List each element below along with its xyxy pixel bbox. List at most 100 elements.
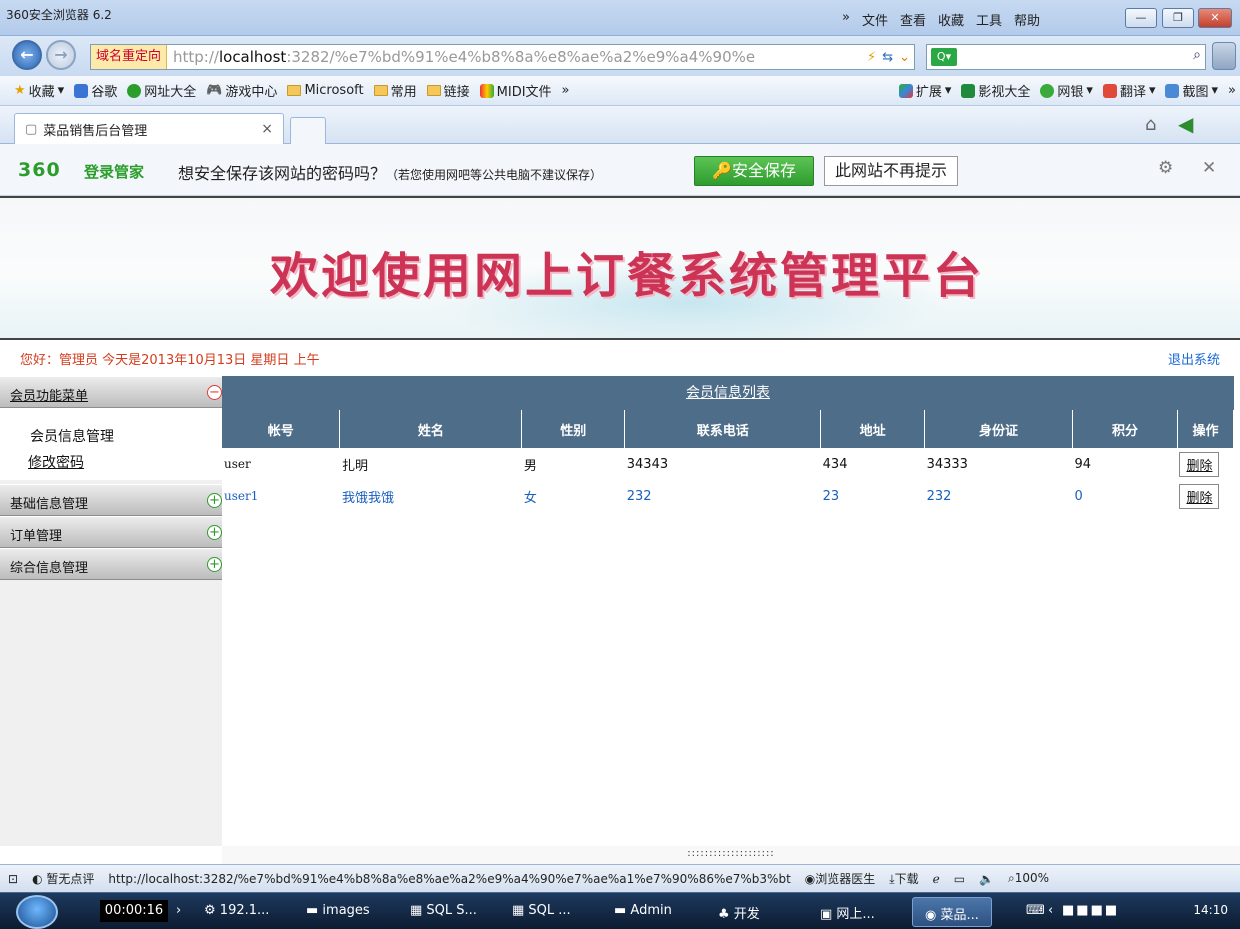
menu-more[interactable]: » [842,10,850,29]
taskbar-item-web[interactable]: ▣ 网上... [820,903,875,922]
password-prompt: 想安全保存该网站的密码吗？（若您使用网吧等公共电脑不建议保存） [178,164,603,183]
ie-icon[interactable]: ℯ [933,872,940,886]
start-button[interactable] [16,895,58,929]
fav-item-games[interactable]: 🎮 游戏中心 [206,81,277,100]
status-toggle-icon[interactable]: ⊡ [8,872,18,886]
gear-icon[interactable]: ⚙ [1158,158,1173,178]
tab-close-icon[interactable]: × [261,121,273,137]
folder-icon [373,85,388,96]
delete-button[interactable]: 删除 [1179,451,1220,477]
column-header: 性别 [521,410,626,448]
lightning-icon[interactable]: ⚡ [867,50,876,65]
compat-mode-icon[interactable]: ⇆ [882,50,893,65]
minimize-button[interactable]: — [1125,8,1157,28]
search-icon[interactable]: ⌕ [1193,47,1201,63]
sidebar-section-overall[interactable]: 综合信息管理 + [0,548,222,580]
never-remind-button[interactable]: 此网站不再提示 [824,156,958,186]
taskbar-item-dev[interactable]: ♣ 开发 [718,903,760,922]
sidebar-section-orders[interactable]: 订单管理 + [0,516,222,548]
back-arrow-icon[interactable]: ← [12,40,42,70]
main-content: 会员信息列表 帐号 姓名 性别 联系电话 地址 身份证 积分 操作 user 扎… [222,376,1235,846]
fav-item-video[interactable]: 影视大全 [961,81,1030,100]
cell-phone: 34343 [626,456,669,472]
sidebar-item-change-password[interactable]: 修改密码 [28,452,84,472]
redirect-badge[interactable]: 域名重定向 [91,45,168,69]
chevron-down-icon[interactable]: ⌄ [899,50,910,65]
cell-action: 删除 [1177,480,1233,512]
column-header: 帐号 [222,410,341,448]
new-tab-button[interactable] [290,117,326,144]
keyboard-icon[interactable]: ⌨ [1026,903,1045,918]
maximize-button[interactable]: ❐ [1162,8,1194,28]
restore-tab-icon[interactable]: ◀ [1178,112,1193,136]
forward-arrow-icon[interactable]: → [46,40,76,70]
taskbar-item-sql[interactable]: ▦ SQL ... [512,903,571,918]
tray-icons[interactable]: ■■■■ [1062,903,1119,918]
tray-chevron-icon[interactable]: ‹ [1048,903,1053,918]
search-engine-icon[interactable]: Q▾ [931,48,957,66]
delete-button[interactable]: 删除 [1179,483,1220,509]
favorites-bar: ★ 收藏 ▾ 谷歌 网址大全 🎮 游戏中心 Microsoft 常用 链接 MIDI… [0,76,1240,106]
gamepad-icon: 🎮 [206,83,223,98]
greeting-text: 您好：管理员 今天是2013年10月13日 星期日 上午 [20,353,320,368]
taskbar-item-admin[interactable]: ▬ Admin [614,903,672,918]
frame-splitter[interactable]: :::::::::::::::::::: [222,846,1240,864]
save-password-button[interactable]: 🔑安全保存 [694,156,814,186]
sidebar-item-member-info[interactable]: 会员信息管理 [30,426,114,446]
user-avatar-icon[interactable] [1212,42,1236,70]
menu-file[interactable]: 文件 [862,10,888,29]
taskbar-item-menu-active[interactable]: ◉ 菜品... [912,897,992,927]
fav-item-bank[interactable]: 网银 ▾ [1040,81,1093,100]
fav-more[interactable]: » [562,83,570,98]
home-icon[interactable]: ⌂ [1145,114,1156,135]
banner-title: 欢迎使用网上订餐系统管理平台 [270,248,985,304]
fav-item-extensions[interactable]: 扩展 ▾ [898,81,951,100]
fav-item-links[interactable]: 链接 [426,81,470,100]
url-bar[interactable]: 域名重定向 http://localhost:3282/%e7%bd%91%e4… [90,44,915,70]
logout-link[interactable]: 退出系统 [1168,349,1220,368]
fav-item-google[interactable]: 谷歌 [74,81,117,100]
taskbar-item-sql-server[interactable]: ▦ SQL S... [410,903,477,918]
menu-favorites[interactable]: 收藏 [938,10,964,29]
tab-title: 菜品销售后台管理 [43,123,148,139]
cell-id-card: 34333 [926,456,968,472]
cell-action: 删除 [1177,448,1233,480]
cell-account: user [224,457,251,471]
window-icon[interactable]: ▭ [954,872,965,886]
table-row: user1 我饿我饿 女 232 23 232 0 删除 [222,480,1234,512]
sidebar-section-basic[interactable]: 基础信息管理 + [0,484,222,516]
table-row: user 扎明 男 34343 434 34333 94 删除 [222,448,1234,480]
fav-item-midi[interactable]: MIDI文件 [479,81,552,100]
sidebar-section-member[interactable]: 会员功能菜单 − [0,376,222,408]
rating-item[interactable]: ◐ 暂无点评 [32,870,94,887]
taskbar-item-remote[interactable]: ⚙ 192.1... [204,903,269,918]
fav-right-more[interactable]: » [1228,83,1240,98]
menu-tools[interactable]: 工具 [976,10,1002,29]
url-actions: ⚡ ⇆ ⌄ [867,50,914,65]
midi-icon [479,83,494,98]
sound-icon[interactable]: 🔈 [979,872,994,886]
download-button[interactable]: ⤓下载 [889,870,918,887]
fav-item-screenshot[interactable]: 截图 ▾ [1165,81,1218,100]
taskbar-chevron-icon[interactable]: › [176,903,181,918]
close-window-button[interactable]: ✕ [1198,8,1232,28]
collapse-icon[interactable]: − [207,385,222,400]
fav-item-translate[interactable]: 翻译 ▾ [1102,81,1155,100]
url-text[interactable]: http://localhost:3282/%e7%bd%91%e4%b8%8a… [167,48,755,66]
menu-view[interactable]: 查看 [900,10,926,29]
menu-help[interactable]: 帮助 [1014,10,1040,29]
taskbar-item-images[interactable]: ▬ images [306,903,370,918]
browser-doctor-button[interactable]: ◉浏览器医生 [805,870,876,887]
expand-icon[interactable]: + [207,525,222,540]
search-box[interactable]: Q▾ ⌕ [926,44,1206,70]
close-icon[interactable]: ✕ [1202,158,1216,178]
tab-active[interactable]: ▢ 菜品销售后台管理 × [14,113,284,144]
fav-item-microsoft[interactable]: Microsoft [287,83,364,98]
fav-item-common[interactable]: 常用 [373,81,417,100]
fav-item-collect[interactable]: ★ 收藏 ▾ [14,81,64,100]
expand-icon[interactable]: + [207,557,222,572]
expand-icon[interactable]: + [207,493,222,508]
zoom-control[interactable]: ⌕100% [1008,871,1049,886]
browser-title-bar: 360安全浏览器 6.2 » 文件 查看 收藏 工具 帮助 — ❐ ✕ [0,0,1240,36]
fav-item-sites[interactable]: 网址大全 [127,81,196,100]
